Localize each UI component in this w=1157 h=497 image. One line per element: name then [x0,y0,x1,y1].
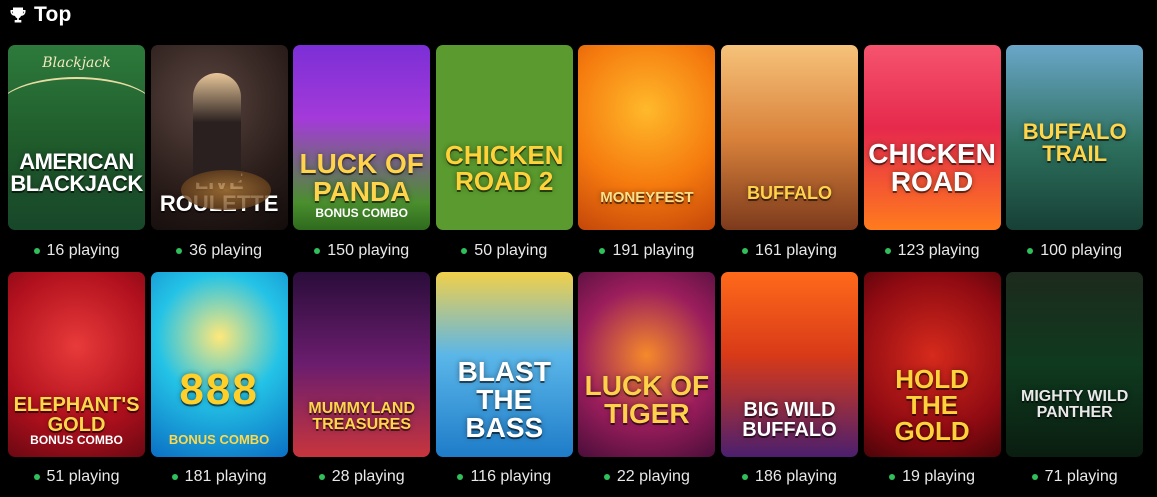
online-dot-icon [176,248,183,254]
game-title: LUCK OF TIGER [584,369,710,429]
online-dot-icon [889,474,896,480]
player-count-label: 50 playing [474,242,548,259]
game-tile-blast-the-bass[interactable]: BLAST THE BASS [435,272,573,457]
player-count-label: 150 playing [327,242,410,259]
game-tile-elephants-gold[interactable]: ELEPHANT'S GOLD BONUS COMBO [8,272,145,457]
game-title: MIGHTY WILD PANTHER [1021,387,1129,421]
online-dot-icon [318,474,325,480]
game-title: BIG WILD BUFFALO [742,398,837,441]
player-count: 123 playing [864,230,1001,272]
game-title: BLAST THE BASS [457,355,551,443]
player-count-label: 100 playing [1040,242,1123,259]
game-tile-888[interactable]: 888 BONUS COMBO [150,272,288,457]
online-dot-icon [33,248,40,254]
section-title: Top [34,3,72,26]
game-tile-chicken-road[interactable]: CHICKEN ROAD [863,45,1001,230]
player-count-label: 19 playing [902,468,976,485]
online-dot-icon [599,248,606,254]
game-tile-hold-the-gold[interactable]: HOLD THE GOLD [863,272,1001,457]
player-count-label: 36 playing [189,242,263,259]
roulette-wheel [180,170,271,210]
player-count-label: 186 playing [755,468,837,485]
game-title: 888 [179,364,259,414]
online-dot-icon [33,474,40,480]
online-dot-icon [457,474,464,480]
game-tile-buffalo[interactable]: BUFFALO [720,45,858,230]
game-tile-buffalo-trail[interactable]: BUFFALO TRAIL [1006,45,1144,230]
game-tile-chicken-road-2[interactable]: CHICKEN ROAD 2 [435,45,573,230]
player-count: 51 playing [8,457,145,497]
game-tile-mummyland-treasures[interactable]: MUMMYLAND TREASURES [293,272,431,457]
game-subtitle: BONUS COMBO [168,432,270,447]
online-dot-icon [603,474,610,480]
game-tile-luck-of-panda[interactable]: LUCK OF PANDA BONUS COMBO [293,45,431,230]
online-dot-icon [314,248,321,254]
player-count-label: 191 playing [612,242,695,259]
game-title: BUFFALO [746,182,832,203]
player-count: 16 playing [8,230,145,272]
player-count: 186 playing [721,457,858,497]
online-dot-icon [1031,474,1038,480]
game-subtitle: BONUS COMBO [315,206,409,220]
player-count-label: 22 playing [616,468,690,485]
player-count-label: 161 playing [755,242,837,259]
game-title: AMERICAN BLACKJACK [10,148,143,196]
player-count: 150 playing [293,230,430,272]
player-count: 100 playing [1006,230,1143,272]
games-grid: Blackjack AMERICAN BLACKJACK LIVE ROULET… [8,45,1144,497]
player-count-label: 181 playing [184,468,267,485]
online-dot-icon [742,474,749,480]
game-tile-live-roulette[interactable]: LIVE ROULETTE [150,45,288,230]
player-count: 191 playing [578,230,715,272]
player-count-label: 116 playing [470,468,552,485]
player-count: 22 playing [578,457,715,497]
section-header: Top [8,2,72,28]
game-title: CHICKEN ROAD 2 [445,139,564,196]
player-count: 116 playing [436,457,573,497]
player-count: 50 playing [436,230,573,272]
game-tile-luck-of-tiger[interactable]: LUCK OF TIGER [578,272,716,457]
player-count: 161 playing [721,230,858,272]
game-tile-american-blackjack[interactable]: Blackjack AMERICAN BLACKJACK [8,45,145,230]
player-count: 36 playing [151,230,288,272]
game-title: HOLD THE GOLD [894,363,970,446]
game-tile-moneyfest[interactable]: MONEYFEST [578,45,716,230]
player-count-label: 16 playing [46,242,120,259]
game-title: ELEPHANT'S GOLD [13,393,140,436]
online-dot-icon [884,248,891,254]
player-count-label: 28 playing [331,468,405,485]
game-tile-mighty-wild-panther[interactable]: MIGHTY WILD PANTHER [1006,272,1144,457]
game-title: BUFFALO TRAIL [1022,118,1127,166]
online-dot-icon [461,248,468,254]
game-title: CHICKEN ROAD [868,137,996,197]
game-subtitle: BONUS COMBO [30,433,123,447]
game-title: MONEYFEST [600,189,694,206]
online-dot-icon [742,248,749,254]
online-dot-icon [171,474,178,480]
game-art-text: Blackjack [42,55,111,71]
player-count: 181 playing [151,457,288,497]
trophy-icon [10,7,26,23]
dealer-figure [192,73,241,183]
player-count-label: 71 playing [1044,468,1118,485]
game-title: MUMMYLAND TREASURES [308,400,416,433]
table-arc [8,77,145,139]
player-count: 71 playing [1006,457,1143,497]
player-count: 19 playing [864,457,1001,497]
game-tile-big-wild-buffalo[interactable]: BIG WILD BUFFALO [720,272,858,457]
player-count-label: 51 playing [46,468,120,485]
game-title: LUCK OF PANDA [299,147,424,207]
online-dot-icon [1027,248,1034,254]
player-count: 28 playing [293,457,430,497]
player-count-label: 123 playing [897,242,980,259]
